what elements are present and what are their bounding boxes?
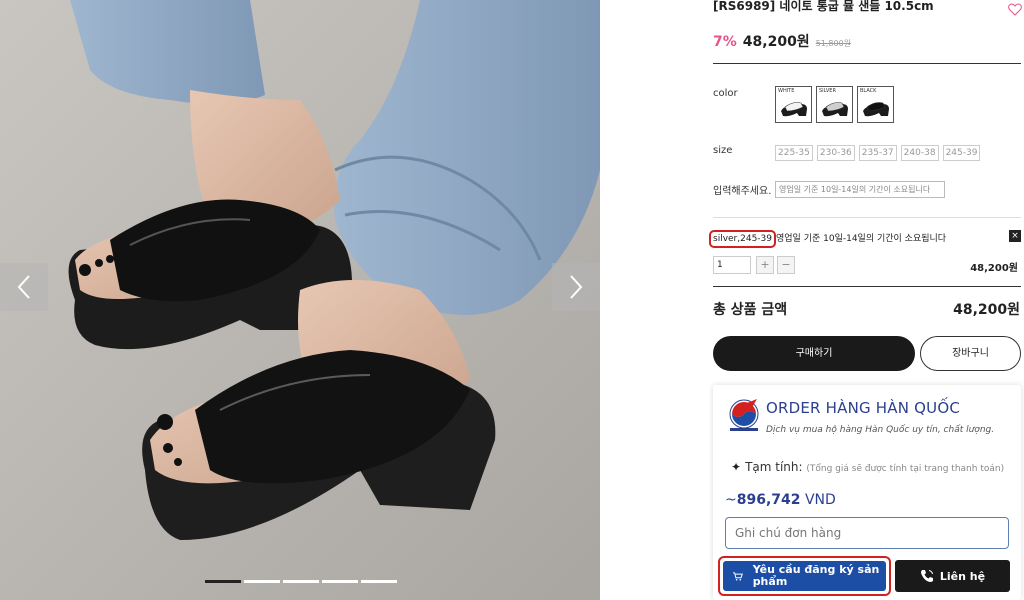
order-note-input[interactable]: Ghi chú đơn hàng — [725, 517, 1009, 549]
contact-label: Liên hệ — [939, 569, 986, 583]
selected-option-key: silver,245-39 — [709, 230, 776, 248]
size-options: 225-35 230-36 235-37 240-38 245-39 — [775, 145, 981, 161]
color-swatch-label: SILVER — [819, 88, 836, 94]
total-label: 총 상품 금액 — [713, 302, 788, 318]
product-gallery[interactable] — [0, 0, 600, 600]
order-widget-subtitle: Dịch vụ mua hộ hàng Hàn Quốc uy tín, chấ… — [766, 425, 995, 435]
product-title: [RS6989] 네이토 통굽 뮬 샌들 10.5cm — [713, 0, 934, 13]
option-line-price: 48,200원 — [970, 263, 1018, 274]
total-value: 48,200원 — [953, 302, 1020, 318]
estimate-value: ~896,742 VND — [725, 492, 836, 508]
divider — [713, 217, 1021, 218]
sandal-thumbnail-icon — [781, 102, 807, 117]
order-widget-title: ORDER HÀNG HÀN QUỐC — [766, 399, 960, 417]
request-button-highlight: Yêu cầu đăng ký sản phẩm — [718, 556, 891, 596]
color-swatch-silver[interactable]: SILVER — [816, 86, 853, 123]
estimate-currency: VND — [804, 492, 836, 508]
color-swatches: WHITE SILVER BLACK — [775, 86, 894, 123]
cart-icon — [733, 571, 743, 581]
phone-icon — [920, 570, 933, 582]
product-photo — [0, 0, 600, 600]
estimate-label: Tạm tính: — [745, 460, 803, 474]
discount-rate: 7% — [713, 34, 737, 50]
color-swatch-label: WHITE — [778, 88, 795, 94]
estimate-prefix: ~ — [725, 492, 737, 508]
gallery-dot[interactable] — [283, 580, 319, 583]
heart-icon[interactable] — [1008, 3, 1022, 16]
size-label: size — [713, 145, 733, 156]
contact-button[interactable]: Liên hệ — [895, 560, 1010, 592]
order-widget: ORDER HÀNG HÀN QUỐC Dịch vụ mua hộ hàng … — [713, 385, 1021, 600]
size-option-245-39[interactable]: 245-39 — [942, 145, 981, 161]
sandal-thumbnail-icon — [822, 102, 848, 117]
buy-button[interactable]: 구매하기 — [713, 336, 915, 371]
gallery-dot[interactable] — [361, 580, 397, 583]
gallery-prev-button[interactable] — [0, 263, 48, 311]
remove-option-button[interactable]: × — [1009, 230, 1021, 242]
request-product-button[interactable]: Yêu cầu đăng ký sản phẩm — [723, 561, 886, 591]
color-swatch-label: BLACK — [860, 88, 877, 94]
size-option-240-38[interactable]: 240-38 — [900, 145, 939, 161]
memo-input[interactable]: 영업일 기준 10일-14일의 기간이 소요됩니다 — [775, 181, 945, 198]
quantity-input[interactable]: 1 — [713, 256, 751, 274]
memo-label: 입력해주세요. — [713, 186, 772, 197]
product-page: [RS6989] 네이토 통굽 뮬 샌들 10.5cm 7% 48,200원 5… — [0, 0, 1024, 600]
cart-button[interactable]: 장바구니 — [920, 336, 1021, 371]
gallery-dot[interactable] — [244, 580, 280, 583]
sparkle-icon: ✦ — [731, 460, 742, 474]
divider — [713, 63, 1021, 64]
request-product-label: Yêu cầu đăng ký sản phẩm — [752, 563, 880, 588]
price-row: 7% 48,200원 51,800원 — [713, 31, 851, 51]
estimate-amount: 896,742 — [736, 492, 801, 508]
estimate-line: ✦ Tạm tính: (Tổng giá sẽ được tính tại tr… — [731, 459, 1016, 477]
estimate-note: (Tổng giá sẽ được tính tại trang thanh t… — [806, 464, 1005, 474]
gallery-dot[interactable] — [322, 580, 358, 583]
selected-option-text: silver,245-39 영업일 기준 10일-14일의 기간이 소요됩니다 — [709, 230, 947, 248]
original-price: 51,800원 — [815, 39, 852, 48]
sale-price: 48,200원 — [742, 34, 810, 50]
quantity-plus-button[interactable]: + — [756, 256, 774, 274]
quantity-minus-button[interactable]: − — [777, 256, 795, 274]
color-swatch-white[interactable]: WHITE — [775, 86, 812, 123]
color-swatch-black[interactable]: BLACK — [857, 86, 894, 123]
color-label: color — [713, 88, 738, 99]
chevron-right-icon — [570, 275, 583, 299]
gallery-dot[interactable] — [205, 580, 241, 583]
gallery-pagination — [205, 580, 397, 583]
chevron-left-icon — [17, 275, 30, 299]
size-option-225-35[interactable]: 225-35 — [775, 145, 813, 161]
divider — [713, 286, 1021, 287]
size-option-230-36[interactable]: 230-36 — [816, 145, 855, 161]
gallery-next-button[interactable] — [552, 263, 600, 311]
logo-icon — [729, 399, 759, 431]
size-option-235-37[interactable]: 235-37 — [858, 145, 897, 161]
sandal-thumbnail-icon — [863, 102, 889, 117]
selected-option-note: 영업일 기준 10일-14일의 기간이 소요됩니다 — [776, 234, 947, 244]
